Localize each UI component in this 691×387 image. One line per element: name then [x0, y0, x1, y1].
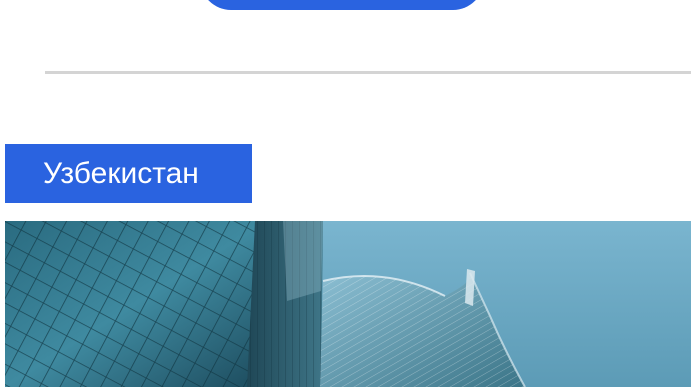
top-action-button[interactable]	[200, 0, 484, 10]
country-title-badge: Узбекистан	[5, 144, 252, 203]
page: Узбекистан	[0, 0, 691, 387]
skyscrapers-illustration	[5, 221, 691, 387]
section-divider	[45, 71, 691, 74]
skyscrapers-photo	[5, 221, 691, 387]
